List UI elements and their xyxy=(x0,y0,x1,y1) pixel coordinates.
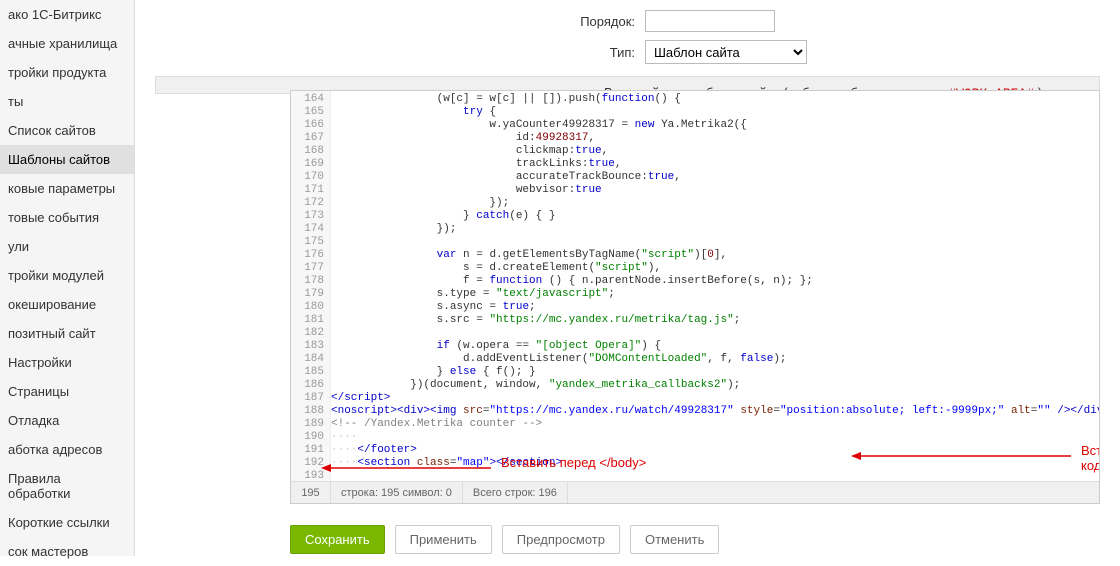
sidebar: ако 1С-Битрикс ачные хранилища тройки пр… xyxy=(0,0,135,556)
main-area: Порядок: Тип: Шаблон сайта Внешний вид ш… xyxy=(135,0,1120,556)
sidebar-item[interactable]: Список сайтов xyxy=(0,116,134,145)
editor-status-bar: 195 строка: 195 символ: 0 Всего строк: 1… xyxy=(291,481,1099,503)
sidebar-item[interactable]: ули xyxy=(0,232,134,261)
status-pos: строка: 195 символ: 0 xyxy=(331,482,463,504)
sidebar-item[interactable]: океширование xyxy=(0,290,134,319)
code-editor[interactable]: 164 165 166 167 168 169 170 171 172 173 … xyxy=(290,90,1100,504)
order-label: Порядок: xyxy=(135,14,645,29)
sidebar-item[interactable]: Правила обработки xyxy=(0,464,134,508)
sidebar-item[interactable]: тройки продукта xyxy=(0,58,134,87)
preview-button[interactable]: Предпросмотр xyxy=(502,525,620,554)
sidebar-item[interactable]: Короткие ссылки xyxy=(0,508,134,537)
sidebar-item[interactable]: тройки модулей xyxy=(0,261,134,290)
save-button[interactable]: Сохранить xyxy=(290,525,385,554)
status-line: 195 xyxy=(291,482,331,504)
order-input[interactable] xyxy=(645,10,775,32)
sidebar-item[interactable]: ты xyxy=(0,87,134,116)
sidebar-item[interactable]: ако 1С-Битрикс xyxy=(0,0,134,29)
sidebar-item[interactable]: товые события xyxy=(0,203,134,232)
sidebar-item[interactable]: Отладка xyxy=(0,406,134,435)
sidebar-item[interactable]: сок мастеров xyxy=(0,537,134,566)
type-label: Тип: xyxy=(135,45,645,60)
cancel-button[interactable]: Отменить xyxy=(630,525,719,554)
sidebar-item[interactable]: ковые параметры xyxy=(0,174,134,203)
apply-button[interactable]: Применить xyxy=(395,525,492,554)
button-bar: Сохранить Применить Предпросмотр Отменит… xyxy=(290,525,719,554)
sidebar-item[interactable]: позитный сайт xyxy=(0,319,134,348)
sidebar-item[interactable]: Настройки xyxy=(0,348,134,377)
type-select[interactable]: Шаблон сайта xyxy=(645,40,807,64)
sidebar-item[interactable]: ачные хранилища xyxy=(0,29,134,58)
sidebar-item[interactable]: Страницы xyxy=(0,377,134,406)
sidebar-item[interactable]: аботка адресов xyxy=(0,435,134,464)
editor-code[interactable]: (w[c] = w[c] || []).push(function() { tr… xyxy=(331,91,1099,481)
editor-gutter: 164 165 166 167 168 169 170 171 172 173 … xyxy=(291,91,331,481)
status-total: Всего строк: 196 xyxy=(463,482,568,504)
sidebar-item-templates[interactable]: Шаблоны сайтов xyxy=(0,145,134,174)
